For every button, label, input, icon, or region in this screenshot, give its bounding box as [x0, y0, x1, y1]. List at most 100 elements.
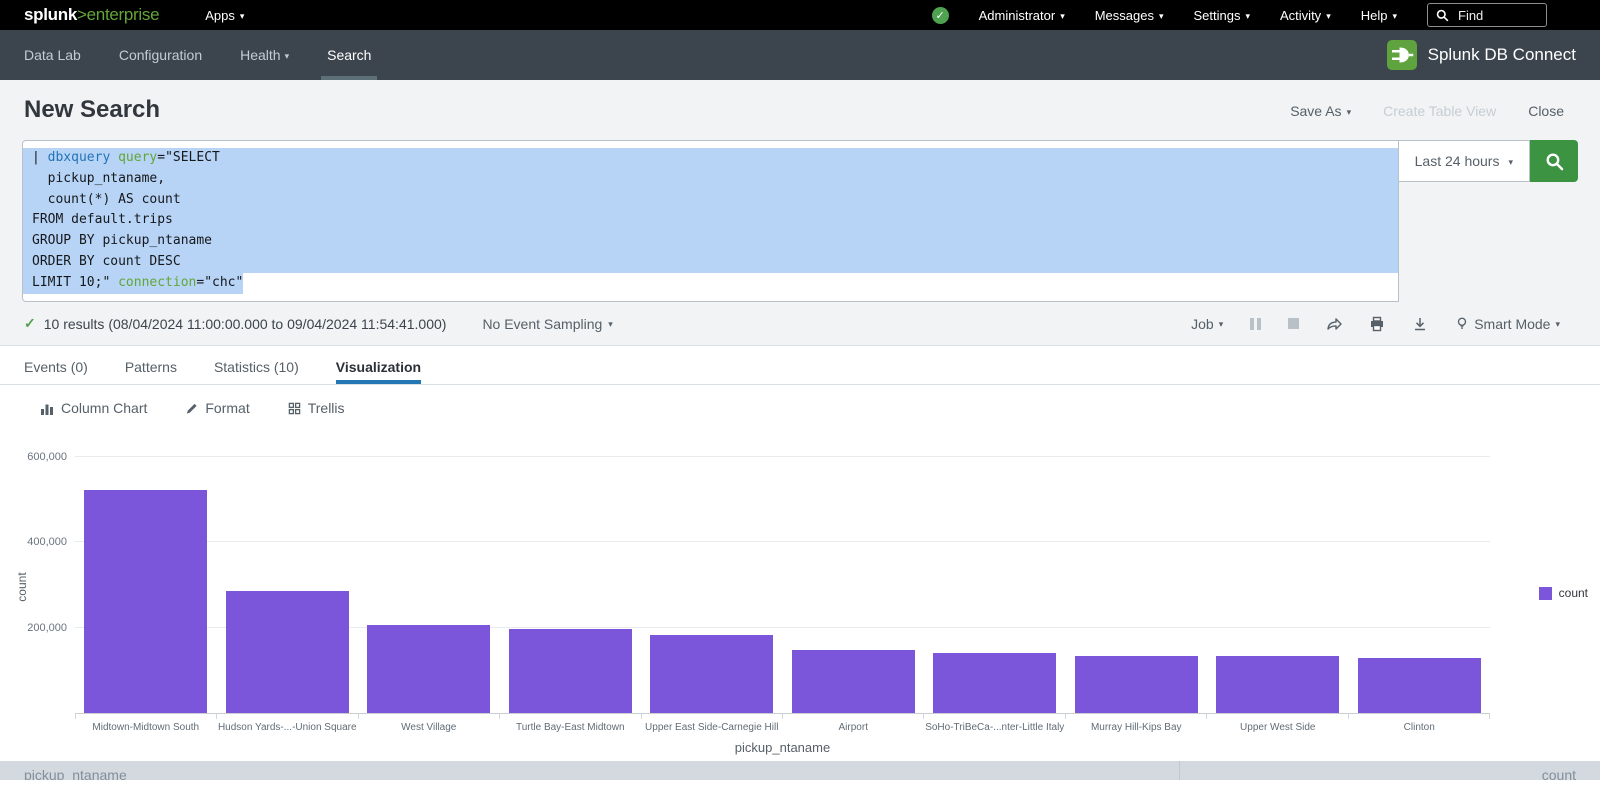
query-line: LIMIT 10;" connection="chc": [23, 273, 1398, 294]
find-input[interactable]: [1456, 7, 1538, 24]
export-button[interactable]: [1412, 316, 1428, 332]
nav-health-label: Health: [240, 47, 280, 63]
search-mode-label: Smart Mode: [1474, 316, 1550, 332]
category-label: West Village: [358, 719, 500, 733]
event-sampling-menu[interactable]: No Event Sampling ▾: [482, 316, 612, 332]
bar-7[interactable]: [1075, 656, 1198, 713]
query-token: [110, 150, 118, 165]
query-line: count(*) AS count: [23, 190, 1398, 211]
tab-visualization[interactable]: Visualization: [336, 346, 421, 384]
bar-slot: [1066, 438, 1208, 713]
caret-down-icon: ▾: [1347, 108, 1352, 117]
category-labels: Midtown-Midtown SouthHudson Yards-...-Un…: [75, 719, 1490, 733]
search-mode-menu[interactable]: Smart Mode ▾: [1455, 316, 1560, 332]
share-button[interactable]: [1326, 316, 1342, 332]
format-button[interactable]: Format: [185, 400, 249, 416]
trellis-grid-icon: [288, 402, 301, 415]
administrator-menu[interactable]: Administrator ▾: [979, 8, 1065, 23]
bar-5[interactable]: [792, 650, 915, 713]
bar-3[interactable]: [509, 629, 632, 713]
nav-search[interactable]: Search: [327, 30, 371, 80]
bar-1[interactable]: [226, 591, 349, 713]
query-token: ="SELECT: [157, 150, 220, 165]
activity-menu[interactable]: Activity ▾: [1280, 8, 1331, 23]
event-sampling-label: No Event Sampling: [482, 316, 602, 332]
share-icon: [1326, 316, 1342, 332]
job-menu[interactable]: Job ▾: [1191, 316, 1223, 332]
apps-menu[interactable]: Apps ▾: [205, 8, 244, 23]
chart-type-picker[interactable]: Column Chart: [40, 400, 147, 416]
statistics-table-header: pickup_ntaname count: [0, 761, 1600, 780]
close-button[interactable]: Close: [1528, 103, 1564, 119]
results-tabs: Events (0) Patterns Statistics (10) Visu…: [0, 345, 1600, 385]
trellis-button[interactable]: Trellis: [288, 400, 345, 416]
category-label: Upper West Side: [1207, 719, 1349, 733]
lightbulb-icon: [1455, 316, 1469, 331]
query-token: pickup_ntaname,: [32, 171, 165, 186]
stop-button[interactable]: [1288, 318, 1299, 329]
category-label: Turtle Bay-East Midtown: [500, 719, 642, 733]
caret-down-icon: ▾: [1326, 12, 1331, 21]
search-icon: [1545, 152, 1564, 171]
results-check-icon: ✓: [24, 315, 36, 332]
search-submit-button[interactable]: [1530, 140, 1578, 182]
check-glyph: ✓: [936, 9, 945, 22]
download-icon: [1412, 316, 1428, 332]
settings-menu[interactable]: Settings ▾: [1194, 8, 1251, 23]
find-search-box[interactable]: [1427, 3, 1547, 27]
save-as-button[interactable]: Save As ▾: [1290, 103, 1351, 119]
app-nav-bar: Data Lab Configuration Health ▾ Search S…: [0, 30, 1600, 80]
query-token: |: [32, 150, 48, 165]
bar-4[interactable]: [650, 635, 773, 713]
bar-slot: [1207, 438, 1349, 713]
pause-button[interactable]: [1250, 318, 1261, 330]
top-nav-bar: splunk>enterprise Apps ▾ ✓ Administrator…: [0, 0, 1600, 30]
create-table-view-button[interactable]: Create Table View: [1383, 103, 1496, 119]
nav-health[interactable]: Health ▾: [240, 30, 289, 80]
bar-6[interactable]: [933, 653, 1056, 713]
caret-down-icon: ▾: [285, 52, 290, 61]
query-token: ORDER BY count DESC: [32, 254, 181, 269]
tab-events[interactable]: Events (0): [24, 346, 88, 384]
tab-patterns[interactable]: Patterns: [125, 346, 177, 384]
messages-label: Messages: [1095, 8, 1154, 23]
help-menu[interactable]: Help ▾: [1361, 8, 1397, 23]
query-token: LIMIT 10;": [32, 275, 118, 290]
y-tick-label: 400,000: [0, 536, 67, 548]
print-button[interactable]: [1369, 316, 1385, 332]
messages-menu[interactable]: Messages ▾: [1095, 8, 1164, 23]
caret-down-icon: ▾: [240, 12, 245, 21]
category-label: Upper East Side-Carnegie Hill: [641, 719, 783, 733]
activity-label: Activity: [1280, 8, 1321, 23]
query-token: query: [118, 150, 157, 165]
bar-group: [75, 438, 1490, 713]
query-editor[interactable]: | dbxquery query="SELECT pickup_ntaname,…: [22, 140, 1399, 302]
nav-configuration[interactable]: Configuration: [119, 30, 202, 80]
query-token: FROM default.trips: [32, 212, 173, 227]
bar-9[interactable]: [1358, 658, 1481, 713]
settings-label: Settings: [1194, 8, 1241, 23]
caret-down-icon: ▾: [1219, 320, 1224, 329]
bar-8[interactable]: [1216, 656, 1339, 713]
time-range-picker[interactable]: Last 24 hours ▾: [1399, 140, 1530, 182]
bar-0[interactable]: [84, 490, 207, 713]
splunk-logo[interactable]: splunk>enterprise: [24, 5, 159, 25]
query-token: dbxquery: [48, 150, 111, 165]
caret-down-icon: ▾: [1555, 320, 1560, 329]
query-line: FROM default.trips: [23, 210, 1398, 231]
chart-legend[interactable]: count: [1539, 586, 1588, 600]
trellis-label: Trellis: [308, 400, 345, 416]
bar-slot: [75, 438, 217, 713]
app-title: Splunk DB Connect: [1428, 45, 1576, 65]
column-header-count[interactable]: count: [1179, 761, 1600, 780]
query-token: count(*) AS count: [32, 192, 181, 207]
category-label: Airport: [783, 719, 925, 733]
tab-statistics[interactable]: Statistics (10): [214, 346, 299, 384]
column-header-pickup-ntaname[interactable]: pickup_ntaname: [0, 761, 1179, 780]
legend-label: count: [1559, 586, 1588, 600]
nav-data-lab[interactable]: Data Lab: [24, 30, 81, 80]
query-line: GROUP BY pickup_ntaname: [23, 231, 1398, 252]
apps-label: Apps: [205, 8, 235, 23]
bar-2[interactable]: [367, 625, 490, 713]
logo-enterprise: enterprise: [87, 5, 160, 25]
